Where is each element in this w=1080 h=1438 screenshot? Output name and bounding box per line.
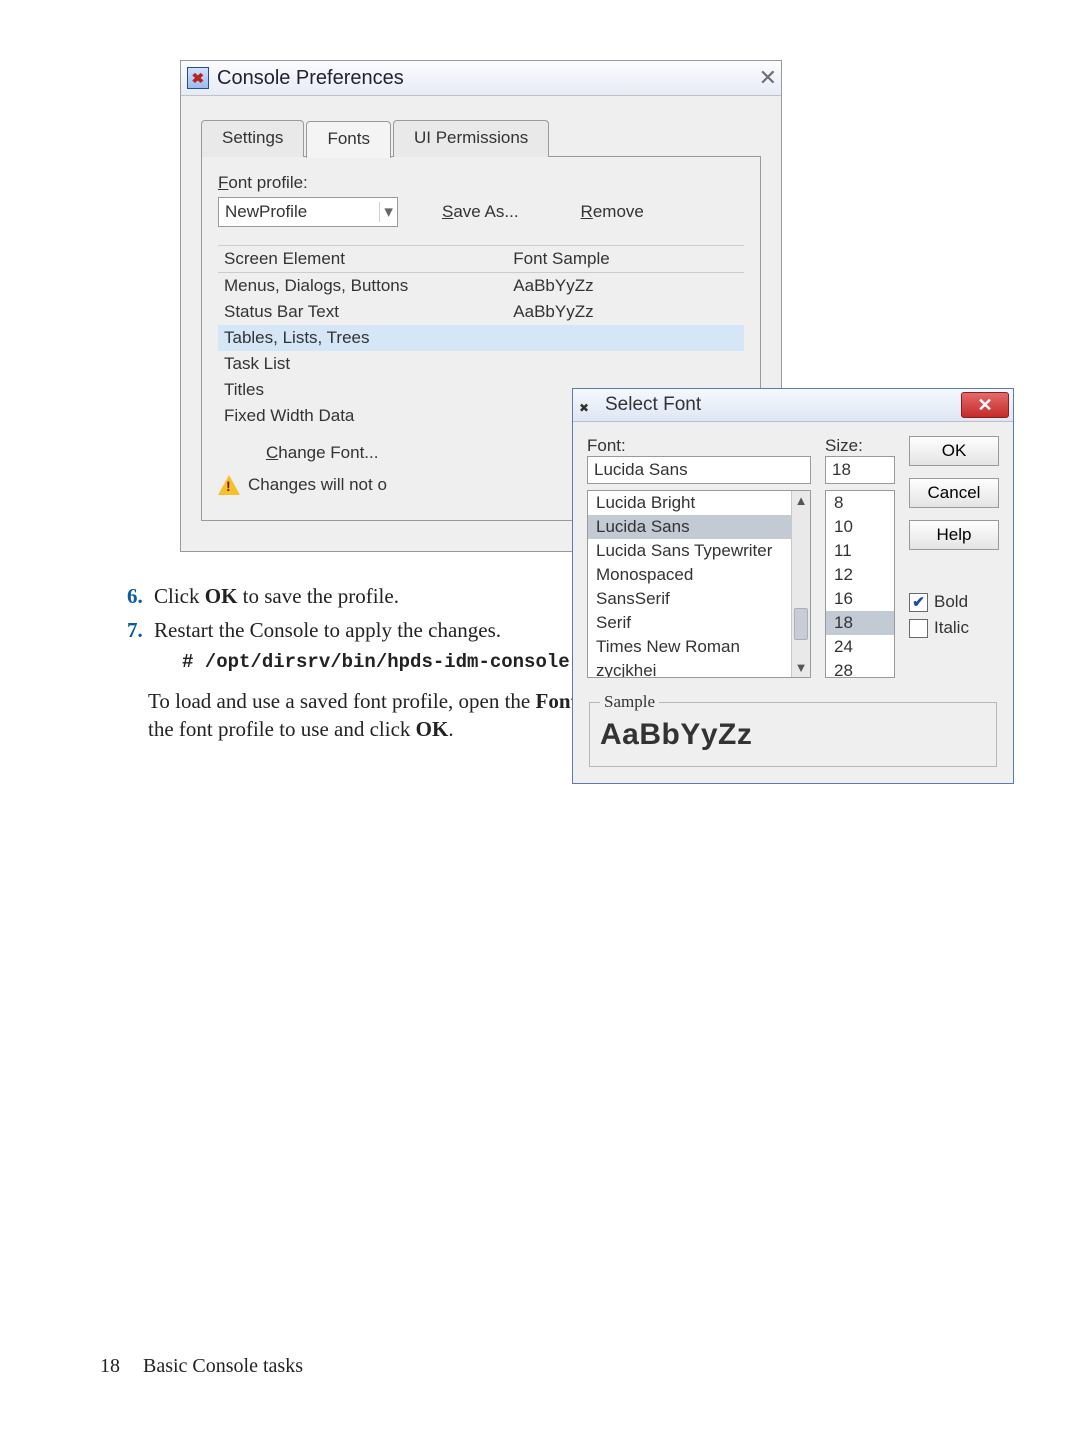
italic-label: Italic [934,618,969,638]
checkbox-icon: ✔ [909,593,928,612]
list-item[interactable]: Lucida Bright [588,491,810,515]
app-icon: ✖ [187,67,209,89]
table-row[interactable]: Status Bar TextAaBbYyZz [218,299,744,325]
sample-text: AaBbYyZz [600,718,986,752]
save-as-button[interactable]: Save As... [424,198,537,226]
select-font-titlebar: ✖ Select Font ✕ [573,389,1013,422]
scroll-down-icon[interactable]: ▼ [795,658,808,677]
warning: Changes will not o [218,475,387,495]
list-item[interactable]: Times New Roman [588,635,810,659]
col-screen-element: Screen Element [218,246,507,273]
list-item[interactable]: 11 [826,539,894,563]
list-item[interactable]: 28 [826,659,894,678]
list-item[interactable]: zycjkhei [588,659,810,678]
list-item[interactable]: Lucida Sans [588,515,810,539]
list-item[interactable]: 24 [826,635,894,659]
list-item[interactable]: 18 [826,611,894,635]
checkbox-icon [909,619,928,638]
list-item[interactable]: Monospaced [588,563,810,587]
font-profile-input[interactable] [219,202,379,222]
select-font-title: Select Font [605,394,701,416]
list-item[interactable]: 8 [826,491,894,515]
font-profile-label: Font profile: [218,173,744,193]
chevron-down-icon[interactable]: ▾ [379,202,397,222]
close-icon[interactable]: ✕ [759,65,775,91]
bold-label: Bold [934,592,968,612]
list-item[interactable]: 10 [826,515,894,539]
italic-checkbox[interactable]: Italic [909,618,999,638]
size-label: Size: [825,436,895,456]
table-row[interactable]: Tables, Lists, Trees [218,325,744,351]
close-icon[interactable]: ✕ [961,392,1009,418]
remove-button[interactable]: Remove [563,198,662,226]
col-font-sample: Font Sample [507,246,744,273]
section-title: Basic Console tasks [143,1355,303,1377]
titlebar: ✖ Console Preferences ✕ [181,61,781,96]
list-item[interactable]: 12 [826,563,894,587]
list-item[interactable]: 16 [826,587,894,611]
size-list[interactable]: 8 10 11 12 16 18 24 28 [825,490,895,678]
app-icon: ✖ [579,396,597,414]
tab-ui-permissions[interactable]: UI Permissions [393,120,549,157]
tab-fonts[interactable]: Fonts [306,121,391,158]
sample-legend: Sample [600,692,659,712]
bold-checkbox[interactable]: ✔ Bold [909,592,999,612]
font-label: Font: [587,436,811,456]
change-font-button[interactable]: Change Font... [248,439,396,467]
font-size-input[interactable] [825,456,895,484]
scroll-thumb[interactable] [794,608,808,640]
font-list[interactable]: Lucida Bright Lucida Sans Lucida Sans Ty… [587,490,811,678]
warning-text: Changes will not o [248,475,387,495]
list-item[interactable]: SansSerif [588,587,810,611]
scroll-up-icon[interactable]: ▲ [795,491,808,510]
scrollbar[interactable]: ▲ ▼ [791,491,810,677]
ok-button[interactable]: OK [909,436,999,466]
sample-group: Sample AaBbYyZz [589,692,997,767]
font-name-input[interactable] [587,456,811,484]
window-title: Console Preferences [217,67,404,90]
list-item[interactable]: Lucida Sans Typewriter [588,539,810,563]
cancel-button[interactable]: Cancel [909,478,999,508]
list-item[interactable]: Serif [588,611,810,635]
font-profile-combo[interactable]: ▾ [218,197,398,227]
page-footer: 18 Basic Console tasks [100,1355,303,1378]
page-number: 18 [100,1355,120,1377]
tab-settings[interactable]: Settings [201,120,304,157]
warning-icon [218,475,240,495]
select-font-window: ✖ Select Font ✕ Font: Lucida Bright Luci… [572,388,1014,784]
help-button[interactable]: Help [909,520,999,550]
tabs: Settings Fonts UI Permissions [201,120,761,157]
table-row[interactable]: Task List [218,351,744,377]
table-row[interactable]: Menus, Dialogs, ButtonsAaBbYyZz [218,273,744,300]
